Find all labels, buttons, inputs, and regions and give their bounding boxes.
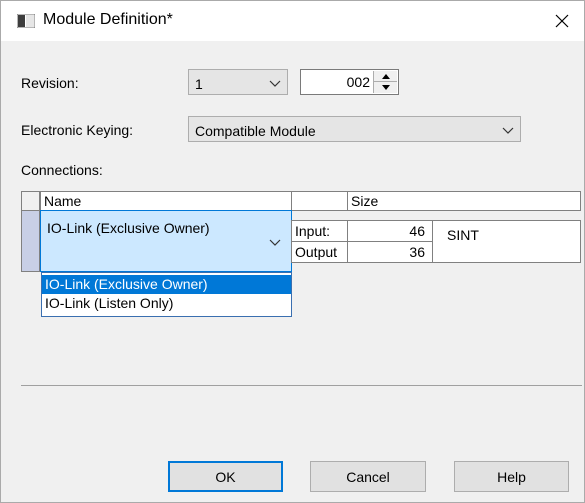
connection-name-combo[interactable]: IO-Link (Exclusive Owner) — [40, 210, 292, 272]
window-app-icon — [17, 14, 35, 28]
electronic-keying-combo[interactable]: Compatible Module — [188, 116, 521, 142]
cancel-button[interactable]: Cancel — [310, 461, 426, 492]
stepper-up-button[interactable] — [374, 71, 397, 82]
revision-major-combo[interactable]: 1 — [188, 69, 288, 95]
window-title: Module Definition* — [43, 11, 173, 28]
connections-label: Connections: — [21, 162, 103, 178]
output-size-field[interactable]: 36 — [347, 241, 433, 263]
help-button[interactable]: Help — [454, 461, 569, 492]
revision-minor-value: 002 — [346, 74, 370, 90]
triangle-up-icon — [381, 73, 390, 79]
stepper-buttons — [373, 71, 397, 93]
input-label-cell: Input: — [291, 220, 348, 242]
close-icon — [555, 14, 569, 28]
column-header-size: Size — [347, 191, 581, 211]
revision-label: Revision: — [21, 75, 79, 91]
column-header-blank — [291, 191, 348, 211]
dropdown-option-listen-only[interactable]: IO-Link (Listen Only) — [42, 294, 291, 313]
electronic-keying-label: Electronic Keying: — [21, 122, 134, 138]
connection-name-value: IO-Link (Exclusive Owner) — [47, 220, 210, 236]
row-selector[interactable] — [21, 210, 40, 272]
electronic-keying-value: Compatible Module — [195, 123, 316, 139]
stepper-down-button[interactable] — [374, 82, 397, 93]
chevron-down-icon — [269, 239, 281, 246]
dropdown-option-exclusive-owner[interactable]: IO-Link (Exclusive Owner) — [42, 275, 291, 294]
revision-minor-stepper[interactable]: 002 — [300, 69, 399, 95]
close-button[interactable] — [544, 3, 580, 39]
revision-major-value: 1 — [195, 76, 203, 92]
separator-line — [21, 385, 582, 386]
title-bar: Module Definition* — [1, 1, 584, 41]
chevron-down-icon — [269, 80, 281, 87]
column-header-name: Name — [40, 191, 292, 211]
chevron-down-icon — [502, 127, 514, 134]
output-label-cell: Output — [291, 241, 348, 263]
ok-button[interactable]: OK — [168, 461, 283, 492]
input-size-field[interactable]: 46 — [347, 220, 433, 242]
triangle-down-icon — [381, 85, 390, 90]
size-type-cell: SINT — [432, 220, 581, 263]
connection-dropdown-list: IO-Link (Exclusive Owner) IO-Link (Liste… — [41, 272, 292, 317]
module-definition-dialog: Module Definition* Revision: 1 002 Elect… — [0, 0, 585, 503]
grid-corner-cell — [21, 191, 40, 211]
